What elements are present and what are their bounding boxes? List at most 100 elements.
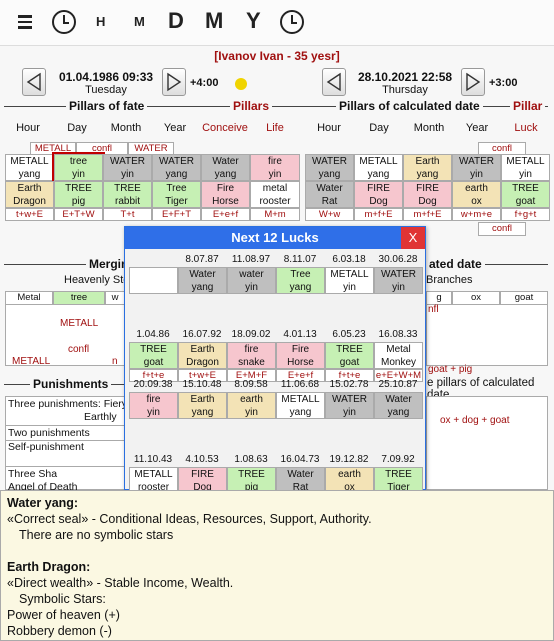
luck-cell[interactable]: Water yang bbox=[178, 267, 227, 294]
luck-date: 4.10.53 bbox=[185, 454, 219, 465]
calc-pillar-cell[interactable]: FIRE Dog bbox=[403, 181, 452, 208]
divider bbox=[5, 466, 125, 467]
header-month: Month bbox=[110, 122, 142, 134]
calc-pillar-cell[interactable]: Water Rat bbox=[305, 181, 354, 208]
info-line-5: Power of heaven (+) bbox=[7, 608, 120, 622]
calc-pillar-cell[interactable]: TREE goat bbox=[501, 181, 550, 208]
luck-cell[interactable]: WATER yin bbox=[374, 267, 423, 294]
pillar-cell[interactable]: Fire Horse bbox=[201, 181, 250, 208]
next-date-left-button[interactable] bbox=[162, 68, 186, 96]
luck-date: 7.09.92 bbox=[381, 454, 415, 465]
pillars-red-title: Pillars bbox=[230, 99, 273, 113]
menu-icon[interactable] bbox=[18, 15, 32, 29]
luck-date: 6.03.18 bbox=[332, 254, 366, 265]
pillar-cell[interactable]: Tree Tiger bbox=[152, 181, 201, 208]
punish-two: Two punishments bbox=[8, 427, 90, 439]
minute-button[interactable]: M bbox=[134, 14, 145, 29]
calc-pillar-cell[interactable]: METALL yin bbox=[501, 154, 550, 181]
luck-date: 15.02.78 bbox=[329, 379, 369, 390]
pillar-cell[interactable]: TREE rabbit bbox=[103, 181, 152, 208]
pillar-cell[interactable]: Water yang bbox=[201, 154, 250, 181]
pillar-formula: E+F+T bbox=[152, 208, 201, 221]
pillar-cell[interactable]: Earth Dragon bbox=[5, 181, 54, 208]
luck-date: 20.09.38 bbox=[133, 379, 173, 390]
calc-pillar-formula: f+g+t bbox=[501, 208, 550, 221]
luck-date: 1.08.63 bbox=[234, 454, 268, 465]
calc-pillar-cell[interactable]: METALL yang bbox=[354, 154, 403, 181]
calc-pillar-formula: m+f+E bbox=[403, 208, 452, 221]
right-date[interactable]: 28.10.2021 22:58 bbox=[351, 70, 459, 84]
next-date-right-button[interactable] bbox=[461, 68, 485, 96]
hour-button[interactable]: H bbox=[96, 14, 105, 29]
luck-date: 16.08.33 bbox=[378, 329, 418, 340]
pillar-cell[interactable]: METALL yang bbox=[5, 154, 54, 181]
pillar-cell[interactable]: tree yin bbox=[52, 152, 105, 183]
punish-sha: Three Sha bbox=[8, 468, 58, 480]
luck-date: 11.10.43 bbox=[133, 454, 173, 465]
punishments-title: Punishments bbox=[30, 377, 112, 391]
luck-cell[interactable]: Fire Horse bbox=[276, 342, 325, 369]
left-offset: +4:00 bbox=[190, 77, 219, 89]
luck-cell[interactable]: fire yin bbox=[129, 392, 178, 419]
prev-date-left-button[interactable] bbox=[22, 68, 46, 96]
heavenly-label: Heavenly Ste bbox=[64, 274, 130, 286]
branch-cell: goat bbox=[500, 291, 548, 305]
pillar-cell[interactable]: TREE pig bbox=[54, 181, 103, 208]
info-panel: Water yang: «Correct seal» - Conditional… bbox=[0, 490, 554, 641]
clock-icon-right[interactable] bbox=[280, 10, 304, 34]
luck-cell[interactable]: WATER yin bbox=[325, 392, 374, 419]
pillar-formula: T+t bbox=[103, 208, 152, 221]
punish-earthly: Earthly bbox=[84, 411, 117, 423]
pillar-cell[interactable]: fire yin bbox=[250, 154, 300, 181]
luck-date: 6.05.23 bbox=[332, 329, 366, 340]
luck-cell[interactable]: Metal Monkey bbox=[374, 342, 423, 369]
pillar-cell[interactable]: WATER yin bbox=[103, 154, 152, 181]
info-title-1: Water yang: bbox=[7, 496, 79, 510]
pillar-formula: E+T+W bbox=[54, 208, 103, 221]
luck-cell[interactable]: Earth Dragon bbox=[178, 342, 227, 369]
conf-label: confl bbox=[478, 222, 526, 236]
calc-pillar-cell[interactable]: WATER yang bbox=[305, 154, 354, 181]
toolbar: H M D M Y bbox=[0, 0, 554, 46]
luck-cell[interactable] bbox=[129, 267, 178, 294]
calc-pillar-cell[interactable]: FIRE Dog bbox=[354, 181, 403, 208]
day-button[interactable]: D bbox=[168, 8, 184, 34]
luck-cell[interactable]: TREE goat bbox=[325, 342, 374, 369]
calc-pillar-cell[interactable]: earth ox bbox=[452, 181, 501, 208]
luck-cell[interactable]: Water yang bbox=[374, 392, 423, 419]
luck-date: 30.06.28 bbox=[378, 254, 418, 265]
info-line-3: «Direct wealth» - Stable Income, Wealth. bbox=[7, 576, 234, 590]
luck-cell[interactable]: fire snake bbox=[227, 342, 276, 369]
luck-cell[interactable]: Earth yang bbox=[178, 392, 227, 419]
merge-label: METALL bbox=[12, 356, 51, 367]
info-line-1: «Correct seal» - Conditional Ideas, Reso… bbox=[7, 512, 372, 526]
pillar-cell[interactable]: WATER yang bbox=[152, 154, 201, 181]
calc-pillar-cell[interactable]: WATER yin bbox=[452, 154, 501, 181]
luck-date: 8.11.07 bbox=[283, 254, 317, 265]
branches-label: Branches bbox=[426, 274, 473, 286]
luck-cell[interactable]: METALL yin bbox=[325, 267, 374, 294]
luck-date: 4.01.13 bbox=[283, 329, 317, 340]
luck-date: 15.10.48 bbox=[182, 379, 222, 390]
prev-date-right-button[interactable] bbox=[322, 68, 346, 96]
calc-pillar-cell[interactable]: Earth yang bbox=[403, 154, 452, 181]
pillar-formula: t+w+E bbox=[5, 208, 54, 221]
close-button[interactable]: X bbox=[401, 227, 425, 249]
luck-cell[interactable]: Tree yang bbox=[276, 267, 325, 294]
luck-cell[interactable]: METALL yang bbox=[276, 392, 325, 419]
dialog-title: Next 12 Lucks bbox=[125, 227, 425, 249]
header-life: Life bbox=[266, 122, 284, 134]
luck-cell[interactable]: water yin bbox=[227, 267, 276, 294]
year-button[interactable]: Y bbox=[246, 8, 261, 34]
luck-cell[interactable]: TREE goat bbox=[129, 342, 178, 369]
branch-cell: g bbox=[426, 291, 452, 305]
triangle-left-icon bbox=[326, 72, 341, 92]
luck-date: 16.07.92 bbox=[182, 329, 222, 340]
pillar-cell[interactable]: metal rooster bbox=[250, 181, 300, 208]
month-button[interactable]: M bbox=[205, 8, 223, 34]
luck-cell[interactable]: earth yin bbox=[227, 392, 276, 419]
clock-icon-left[interactable] bbox=[52, 10, 76, 34]
left-date[interactable]: 01.04.1986 09:33 bbox=[52, 70, 160, 84]
divider bbox=[5, 425, 125, 426]
calc-date-title: ated date bbox=[426, 257, 485, 271]
